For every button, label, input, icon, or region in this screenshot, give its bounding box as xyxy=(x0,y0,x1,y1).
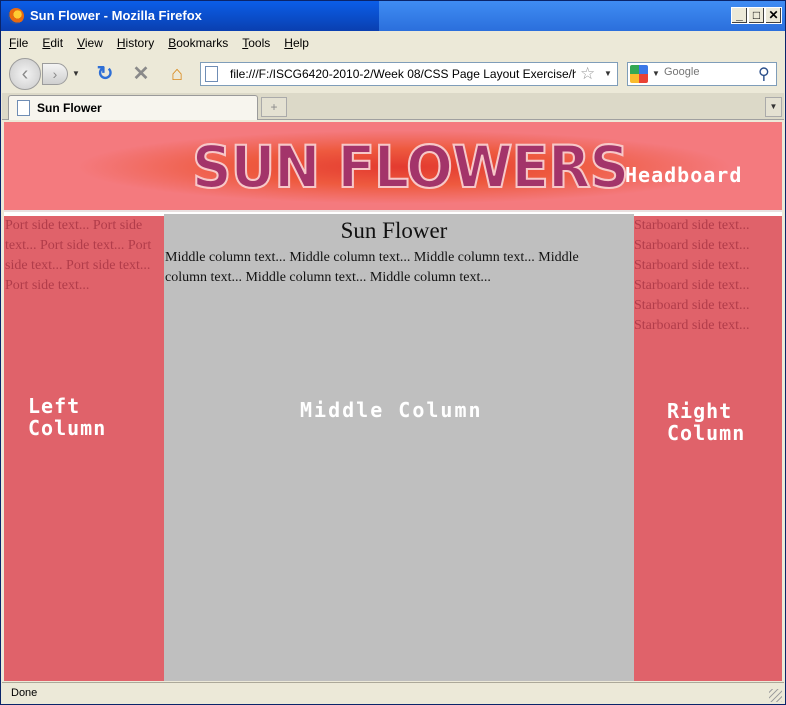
middle-column: Sun Flower Middle column text... Middle … xyxy=(164,214,634,681)
minimize-button[interactable]: _ xyxy=(731,7,748,24)
magnifier-icon[interactable]: ⚲ xyxy=(758,64,770,84)
menu-tools[interactable]: Tools xyxy=(235,32,277,54)
tab-sun-flower[interactable]: Sun Flower xyxy=(8,95,258,120)
status-text: Done xyxy=(11,687,38,699)
menu-file-rest: ile xyxy=(16,36,29,50)
right-column-label: Right Column xyxy=(667,400,745,444)
left-column: Port side text... Port side text... Port… xyxy=(4,216,164,681)
search-engine-dropdown-icon[interactable]: ▼ xyxy=(652,69,660,78)
left-column-label-line1: Left xyxy=(28,394,81,418)
new-tab-button[interactable]: + xyxy=(261,97,287,117)
stop-icon[interactable]: ✕ xyxy=(130,63,152,85)
middle-column-label: Middle Column xyxy=(300,398,483,422)
menu-view[interactable]: View xyxy=(70,32,110,54)
url-text[interactable]: file:///F:/ISCG6420-2010-2/Week 08/CSS P… xyxy=(230,67,576,81)
tab-bar: Sun Flower + ▼ xyxy=(2,93,784,120)
headboard-label: Headboard xyxy=(625,163,743,187)
back-arrow-icon[interactable]: ‹ xyxy=(9,58,41,90)
title-bar-right xyxy=(379,1,785,31)
menu-bookmarks-rest: ookmarks xyxy=(176,36,229,50)
star-icon[interactable]: ☆ xyxy=(580,64,595,84)
close-button[interactable]: ✕ xyxy=(765,7,782,24)
right-text-line: Starboard side text... xyxy=(634,298,750,313)
right-column-label-line1: Right xyxy=(667,399,733,423)
right-column-text: Starboard side text... Starboard side te… xyxy=(634,216,782,336)
left-column-label: Left Column xyxy=(28,395,106,439)
banner-title: SUN FLOWERS xyxy=(191,132,630,201)
page-icon xyxy=(17,100,30,116)
resize-grip-icon[interactable] xyxy=(769,689,782,702)
history-dropdown-icon[interactable]: ▼ xyxy=(72,69,80,78)
menu-file[interactable]: File xyxy=(2,32,35,54)
tab-label: Sun Flower xyxy=(37,101,102,115)
right-text-line: Starboard side text... xyxy=(634,318,750,333)
page-viewport[interactable]: SUN FLOWERS Headboard Port side text... … xyxy=(4,122,782,681)
menu-help-key: H xyxy=(284,36,293,50)
menu-bar: File Edit View History Bookmarks Tools H… xyxy=(2,32,784,54)
menu-edit[interactable]: Edit xyxy=(35,32,70,54)
menu-bookmarks[interactable]: Bookmarks xyxy=(161,32,235,54)
search-input[interactable] xyxy=(664,66,756,78)
url-dropdown-icon[interactable]: ▼ xyxy=(604,69,612,78)
right-text-line: Starboard side text... xyxy=(634,258,750,273)
right-text-line: Starboard side text... xyxy=(634,278,750,293)
headboard: SUN FLOWERS Headboard xyxy=(4,122,782,212)
google-engine-icon[interactable] xyxy=(630,65,648,83)
menu-view-rest: iew xyxy=(84,36,103,50)
firefox-icon xyxy=(8,8,24,24)
window-title: Sun Flower - Mozilla Firefox xyxy=(30,8,202,23)
menu-edit-rest: dit xyxy=(50,36,64,50)
tab-list-dropdown-icon[interactable]: ▼ xyxy=(765,97,782,117)
menu-help-rest: elp xyxy=(292,36,309,50)
status-bar: Done xyxy=(2,682,784,704)
menu-view-key: V xyxy=(77,36,85,50)
maximize-button[interactable]: □ xyxy=(748,7,765,24)
home-icon[interactable]: ⌂ xyxy=(166,63,188,85)
right-text-line: Starboard side text... xyxy=(634,238,750,253)
left-column-text: Port side text... Port side text... Port… xyxy=(5,218,152,293)
menu-history-key: H xyxy=(116,36,126,50)
browser-window: Sun Flower - Mozilla Firefox _ □ ✕ File … xyxy=(0,0,786,705)
menu-help[interactable]: Help xyxy=(277,32,316,54)
menu-history-rest: istory xyxy=(125,36,155,50)
middle-column-text: Middle column text... Middle column text… xyxy=(165,250,579,285)
right-column-label-line2: Column xyxy=(667,421,746,445)
right-column: Starboard side text... Starboard side te… xyxy=(634,216,782,681)
forward-arrow-icon[interactable]: › xyxy=(42,63,68,85)
title-bar[interactable]: Sun Flower - Mozilla Firefox _ □ ✕ xyxy=(1,1,785,31)
menu-history[interactable]: History xyxy=(110,32,161,54)
right-text-line: Starboard side text... xyxy=(634,218,750,233)
left-column-label-line2: Column xyxy=(28,416,107,440)
url-bar[interactable]: file:///F:/ISCG6420-2010-2/Week 08/CSS P… xyxy=(200,62,618,86)
reload-icon[interactable]: ↻ xyxy=(94,63,116,85)
search-box: ▼ ⚲ xyxy=(627,62,777,86)
menu-tools-rest: ools xyxy=(248,36,271,50)
middle-heading: Sun Flower xyxy=(340,218,448,243)
navigation-toolbar: ‹ › ▼ ↻ ✕ ⌂ file:///F:/ISCG6420-2010-2/W… xyxy=(2,56,784,92)
page-icon xyxy=(205,66,218,82)
